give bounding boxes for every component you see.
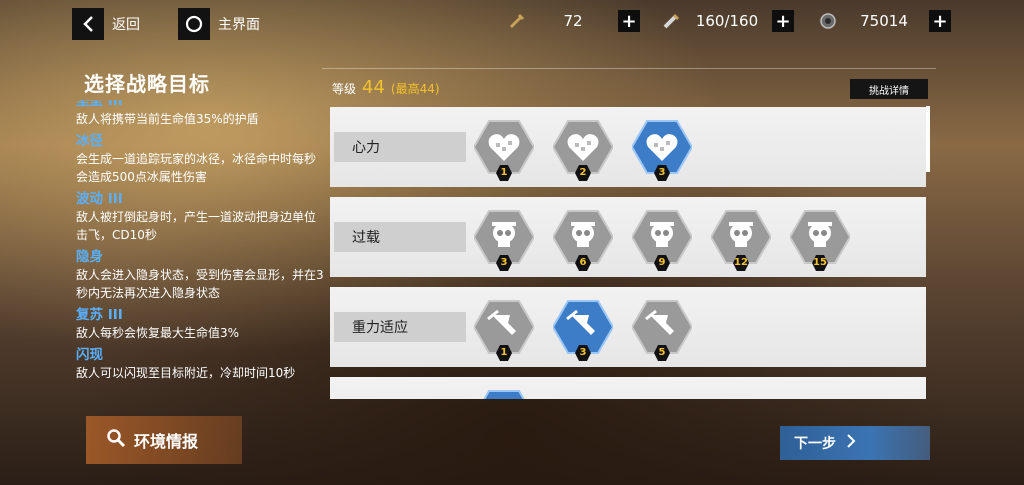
modifier-text: 敌人可以闪现至目标附近，冷却时间10秒 xyxy=(76,366,296,380)
list-item: 波动 III 敌人被打倒起身时，产生一道波动把身边单位击飞，CD10秒 xyxy=(76,190,326,244)
modifier-level-option[interactable]: 9 xyxy=(632,207,692,271)
modifier-level-option[interactable]: 3 xyxy=(553,297,613,361)
top-bar: 返回 主界面 72 + 160/160 + 75014 + xyxy=(0,0,1024,48)
list-item: 冰径 会生成一道追踪玩家的冰径，冰径命中时每秒会造成500点冰属性伤害 xyxy=(76,132,326,186)
list-item: 复苏 III 敌人每秒会恢复最大生命值3% xyxy=(76,306,326,342)
modifier-text: 敌人被打倒起身时，产生一道波动把身边单位击飞，CD10秒 xyxy=(76,210,317,242)
level-options: 123 xyxy=(474,117,692,181)
modifier-level-option[interactable]: 3 xyxy=(474,207,534,271)
modifier-level-option[interactable]: 6 xyxy=(553,207,613,271)
back-button[interactable]: 返回 xyxy=(72,8,140,40)
chevron-left-icon xyxy=(72,8,104,40)
modifier-name: 波动 III xyxy=(76,191,123,207)
circle-icon xyxy=(178,8,210,40)
modifier-text: 敌人每秒会恢复最大生命值3% xyxy=(76,326,240,340)
next-step-label: 下一步 xyxy=(794,436,836,452)
level-max: (最高44) xyxy=(390,82,440,96)
resource-stamina: 72 + xyxy=(506,10,640,32)
next-step-button[interactable]: 下一步 xyxy=(780,426,930,460)
resource-ammo-value: 160/160 xyxy=(695,12,759,30)
resource-stamina-value: 72 xyxy=(563,12,583,30)
scrollbar[interactable] xyxy=(926,106,930,172)
modifier-name: 冰径 xyxy=(76,133,103,149)
level-label: 等级 xyxy=(332,82,357,96)
modifier-description-list[interactable]: 坚垒 III 敌人将携带当前生命值35%的护盾 冰径 会生成一道追踪玩家的冰径，… xyxy=(76,100,326,400)
modifier-level-option[interactable]: 12 xyxy=(711,207,771,271)
modifier-name: 复苏 III xyxy=(76,307,123,323)
list-item: 闪现 敌人可以闪现至目标附近，冷却时间10秒 xyxy=(76,346,326,382)
modifier-row: 重力适应 1 3 5 xyxy=(330,287,926,367)
modifier-row-label: 重力适应 xyxy=(334,312,466,342)
search-icon xyxy=(106,428,126,452)
list-item: 隐身 敌人会进入隐身状态，受到伤害会显形，并在3秒内无法再次进入隐身状态 xyxy=(76,248,326,302)
hex-icon xyxy=(483,390,525,399)
modifier-row xyxy=(330,377,926,399)
stamina-icon xyxy=(506,10,528,32)
modifier-row: 心力 1 2 3 xyxy=(330,107,926,187)
level-indicator: 等级 44 (最高44) xyxy=(332,77,440,98)
environment-intel-label: 环境情报 xyxy=(134,432,199,451)
modifier-row-label: 心力 xyxy=(334,132,466,162)
level-value: 44 xyxy=(362,77,385,98)
modifier-name: 闪现 xyxy=(76,347,103,363)
modifier-level-option[interactable]: 1 xyxy=(474,117,534,181)
modifier-level-option[interactable]: 5 xyxy=(632,297,692,361)
modifier-level-option[interactable] xyxy=(474,387,534,399)
resource-coin: 75014 + xyxy=(817,10,951,32)
list-item: 坚垒 III 敌人将携带当前生命值35%的护盾 xyxy=(76,100,326,128)
page-title: 选择战略目标 xyxy=(84,72,210,96)
chevron-right-icon xyxy=(846,434,856,452)
coin-icon xyxy=(817,10,839,32)
modifier-text: 敌人将携带当前生命值35%的护盾 xyxy=(76,112,259,126)
resource-coin-value: 75014 xyxy=(860,12,908,30)
environment-intel-button[interactable]: 环境情报 xyxy=(86,416,242,464)
modifier-level-option[interactable]: 15 xyxy=(790,207,850,271)
challenge-panel: 等级 44 (最高44) 挑战详情 心力 1 2 3 过载 3 6 9 12 15 重力适应 1 3 5 xyxy=(322,68,936,400)
level-options xyxy=(474,387,534,399)
modifier-level-option[interactable]: 2 xyxy=(553,117,613,181)
modifier-text: 敌人会进入隐身状态，受到伤害会显形，并在3秒内无法再次进入隐身状态 xyxy=(76,268,324,300)
back-label: 返回 xyxy=(112,17,140,33)
add-ammo-button[interactable]: + xyxy=(772,10,794,32)
level-options: 135 xyxy=(474,297,692,361)
modifier-name: 隐身 xyxy=(76,249,103,265)
modifier-row: 过载 3 6 9 12 15 xyxy=(330,197,926,277)
modifier-level-option[interactable]: 1 xyxy=(474,297,534,361)
resource-ammo: 160/160 + xyxy=(660,10,794,32)
home-label: 主界面 xyxy=(218,17,260,33)
modifier-name: 坚垒 III xyxy=(76,100,123,109)
modifier-rows[interactable]: 心力 1 2 3 过载 3 6 9 12 15 重力适应 1 3 5 xyxy=(330,107,926,399)
challenge-details-button[interactable]: 挑战详情 xyxy=(850,79,928,99)
modifier-row-label: 过载 xyxy=(334,222,466,252)
add-coin-button[interactable]: + xyxy=(929,10,951,32)
modifier-text: 会生成一道追踪玩家的冰径，冰径命中时每秒会造成500点冰属性伤害 xyxy=(76,152,317,184)
ammo-icon xyxy=(660,10,682,32)
home-button[interactable]: 主界面 xyxy=(178,8,260,40)
level-options: 3 6 9 12 15 xyxy=(474,207,850,271)
add-stamina-button[interactable]: + xyxy=(618,10,640,32)
modifier-level-option[interactable]: 3 xyxy=(632,117,692,181)
